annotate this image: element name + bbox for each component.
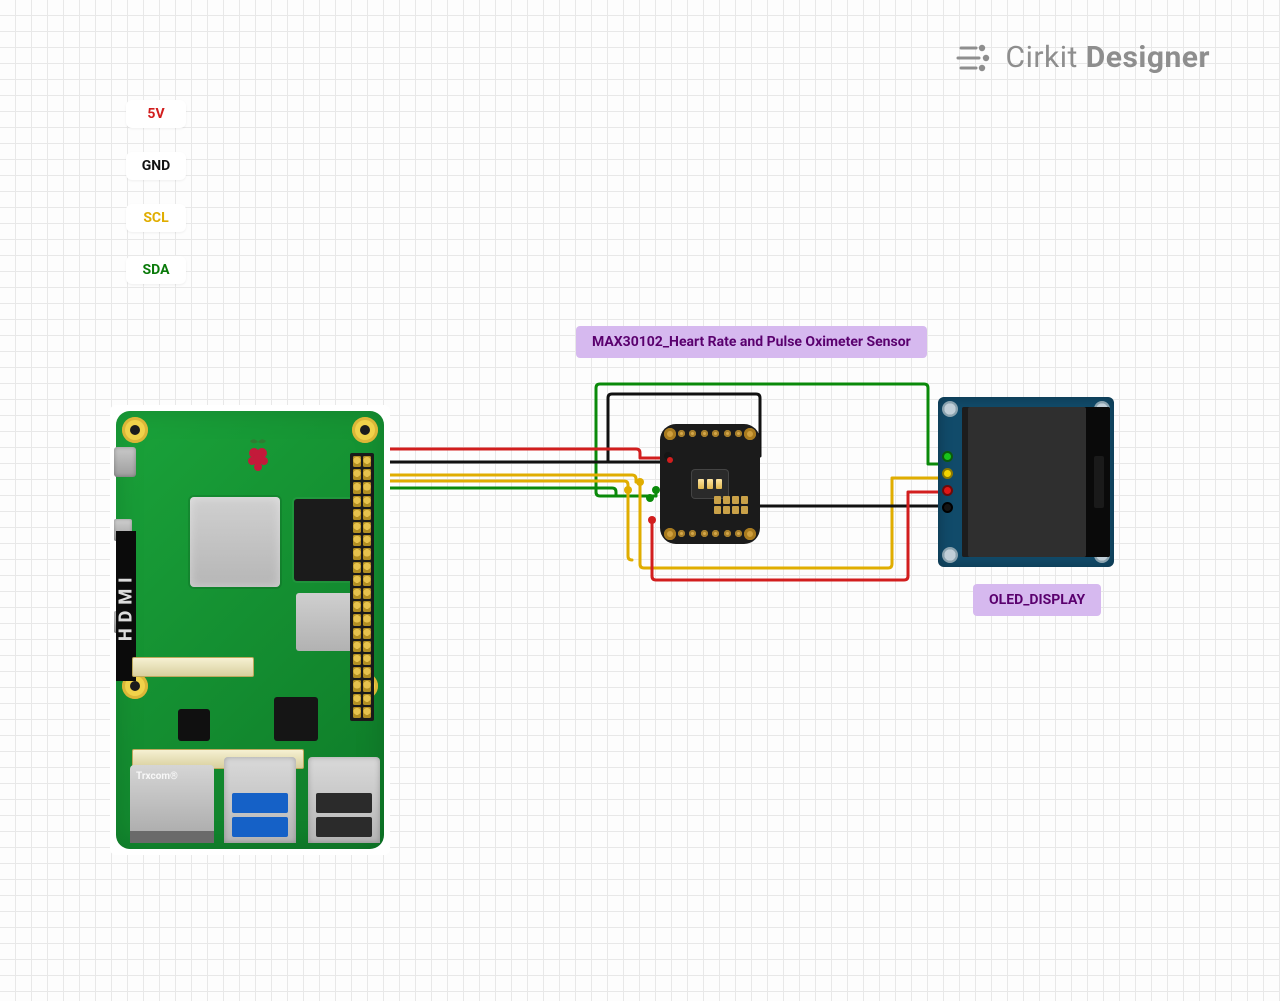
soc-chip-icon [190, 497, 280, 587]
oled-pin-sda [944, 453, 951, 460]
gpio-header[interactable] [350, 453, 374, 721]
header-pads-top [678, 430, 742, 438]
brand-text: Cirkit Designer [1006, 40, 1210, 75]
oled-pin-header [944, 453, 951, 511]
optical-sensor-icon [692, 470, 728, 498]
brand-watermark: Cirkit Designer [956, 40, 1210, 75]
usb2-port-icon [308, 757, 380, 843]
oled-pin-vcc [944, 487, 951, 494]
io-chip-icon [274, 697, 318, 741]
mount-hole-icon [352, 417, 378, 443]
raspberry-pi-5[interactable]: HDMI [110, 405, 390, 855]
legend-sda: SDA [126, 256, 186, 284]
legend-scl: SCL [126, 204, 186, 232]
oled-pin-scl [944, 470, 951, 477]
rpi-pcb: HDMI [116, 411, 384, 849]
header-pads-bottom [678, 530, 742, 538]
legend-gnd: GND [126, 152, 186, 180]
usb3-port-icon [224, 757, 296, 843]
label-oled[interactable]: OLED_DISPLAY [973, 584, 1101, 616]
fpc-connector-icon [132, 657, 254, 677]
brand-name-part2: Designer [1086, 40, 1210, 75]
oled-pin-gnd [944, 504, 951, 511]
mount-hole-icon [664, 428, 676, 440]
ethernet-port-icon [130, 765, 214, 843]
label-max30102[interactable]: MAX30102_Heart Rate and Pulse Oximeter S… [576, 326, 927, 358]
mount-hole-icon [744, 428, 756, 440]
max30102-sensor[interactable] [660, 424, 760, 544]
pin-legend: 5V GND SCL SDA [126, 100, 186, 284]
oled-display[interactable] [938, 397, 1114, 567]
brand-name-part1: Cirkit [1006, 40, 1086, 75]
smd-components-icon [714, 496, 748, 514]
raspberry-logo-icon [244, 437, 272, 475]
mount-hole-icon [942, 401, 958, 417]
pmic-chip-icon [178, 709, 210, 741]
ram-chip-icon [294, 499, 354, 581]
max30102-pcb [660, 424, 760, 544]
rf-shield-icon [296, 593, 354, 651]
mount-hole-icon [122, 417, 148, 443]
oled-screen-icon [962, 407, 1110, 557]
mount-hole-icon [664, 528, 676, 540]
brand-logo-icon [956, 41, 996, 75]
mount-hole-icon [942, 547, 958, 563]
usb-c-port-icon [114, 447, 136, 477]
diagram-canvas[interactable]: Cirkit Designer 5V GND SCL SDA [0, 0, 1280, 1001]
mount-hole-icon [744, 528, 756, 540]
legend-5v: 5V [126, 100, 186, 128]
